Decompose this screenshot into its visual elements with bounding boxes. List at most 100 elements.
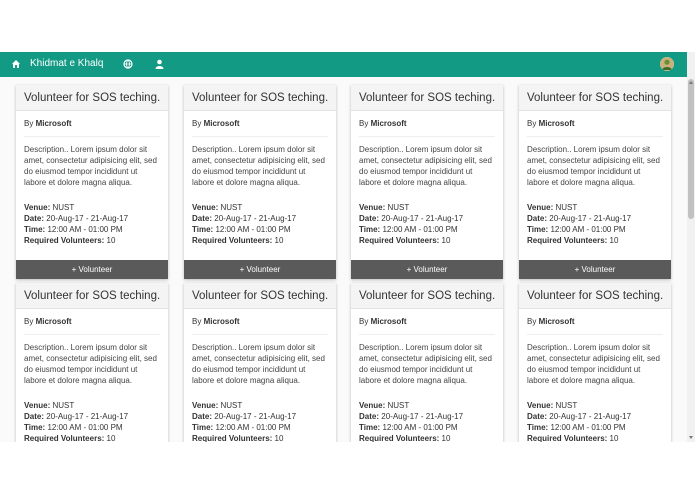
- organizer-line: By Microsoft: [351, 111, 503, 128]
- venue-label: Venue:: [192, 401, 219, 410]
- event-card: Volunteer for SOS teching. By Microsoft De…: [351, 283, 503, 442]
- time-label: Time:: [527, 225, 549, 234]
- event-card: Volunteer for SOS teching. By Microsoft De…: [16, 85, 168, 279]
- event-card-grid: Volunteer for SOS teching. By Microsoft De…: [16, 85, 671, 442]
- brand-title[interactable]: Khidmat e Khalq: [30, 58, 103, 69]
- organizer-name: Microsoft: [538, 119, 575, 128]
- date-label: Date:: [359, 214, 380, 223]
- organizer-name: Microsoft: [203, 317, 240, 326]
- volunteer-button[interactable]: + Volunteer: [184, 260, 336, 279]
- event-title: Volunteer for SOS teching.: [16, 85, 168, 111]
- event-title: Volunteer for SOS teching.: [351, 283, 503, 309]
- volunteer-button[interactable]: + Volunteer: [351, 260, 503, 279]
- event-title: Volunteer for SOS teching.: [16, 283, 168, 309]
- event-required: Required Volunteers: 10: [519, 235, 671, 246]
- event-title: Volunteer for SOS teching.: [184, 283, 336, 309]
- by-label: By: [359, 119, 369, 128]
- date-label: Date:: [24, 412, 45, 421]
- organizer-line: By Microsoft: [519, 309, 671, 326]
- event-venue: Venue: NUST: [519, 202, 671, 213]
- event-description: Description.. Lorem ipsum dolor sit amet…: [359, 145, 492, 187]
- date-value: 20-Aug-17 - 21-Aug-17: [381, 412, 464, 421]
- event-time: Time: 12:00 AM - 01:00 PM: [184, 422, 336, 433]
- time-value: 12:00 AM - 01:00 PM: [47, 225, 123, 234]
- date-value: 20-Aug-17 - 21-Aug-17: [46, 412, 129, 421]
- organizer-line: By Microsoft: [16, 309, 168, 326]
- venue-label: Venue:: [24, 401, 51, 410]
- event-time: Time: 12:00 AM - 01:00 PM: [184, 224, 336, 235]
- vertical-scrollbar[interactable]: [687, 52, 695, 442]
- venue-value: NUST: [52, 401, 75, 410]
- event-required: Required Volunteers: 10: [184, 235, 336, 246]
- organizer-name: Microsoft: [35, 317, 72, 326]
- required-label: Required Volunteers:: [359, 434, 440, 442]
- time-label: Time:: [192, 225, 214, 234]
- event-time: Time: 12:00 AM - 01:00 PM: [519, 422, 671, 433]
- event-required: Required Volunteers: 10: [16, 433, 168, 442]
- time-label: Time:: [192, 423, 214, 432]
- event-required: Required Volunteers: 10: [351, 235, 503, 246]
- event-description: Description.. Lorem ipsum dolor sit amet…: [24, 145, 157, 187]
- event-description: Description.. Lorem ipsum dolor sit amet…: [192, 145, 325, 187]
- event-card: Volunteer for SOS teching. By Microsoft De…: [184, 85, 336, 279]
- event-date: Date: 20-Aug-17 - 21-Aug-17: [16, 411, 168, 422]
- time-label: Time:: [527, 423, 549, 432]
- date-value: 20-Aug-17 - 21-Aug-17: [46, 214, 129, 223]
- organizer-name: Microsoft: [35, 119, 72, 128]
- required-value: 10: [274, 236, 284, 245]
- event-title: Volunteer for SOS teching.: [519, 283, 671, 309]
- time-value: 12:00 AM - 01:00 PM: [215, 225, 291, 234]
- by-label: By: [192, 119, 202, 128]
- venue-value: NUST: [387, 203, 410, 212]
- venue-value: NUST: [52, 203, 75, 212]
- event-title: Volunteer for SOS teching.: [184, 85, 336, 111]
- date-value: 20-Aug-17 - 21-Aug-17: [549, 214, 632, 223]
- event-card: Volunteer for SOS teching. By Microsoft De…: [184, 283, 336, 442]
- organizer-name: Microsoft: [203, 119, 240, 128]
- globe-icon[interactable]: [123, 59, 133, 69]
- required-value: 10: [106, 236, 116, 245]
- event-required: Required Volunteers: 10: [16, 235, 168, 246]
- date-value: 20-Aug-17 - 21-Aug-17: [214, 214, 297, 223]
- required-value: 10: [274, 434, 284, 442]
- event-required: Required Volunteers: 10: [351, 433, 503, 442]
- by-label: By: [527, 119, 537, 128]
- home-icon[interactable]: [11, 59, 21, 69]
- volunteer-button[interactable]: + Volunteer: [16, 260, 168, 279]
- date-label: Date:: [192, 412, 213, 421]
- organizer-name: Microsoft: [538, 317, 575, 326]
- required-value: 10: [106, 434, 116, 442]
- organizer-line: By Microsoft: [16, 111, 168, 128]
- avatar[interactable]: [660, 57, 674, 71]
- time-value: 12:00 AM - 01:00 PM: [215, 423, 291, 432]
- time-label: Time:: [359, 423, 381, 432]
- user-icon[interactable]: [155, 59, 164, 69]
- time-label: Time:: [359, 225, 381, 234]
- event-date: Date: 20-Aug-17 - 21-Aug-17: [519, 411, 671, 422]
- by-label: By: [24, 119, 34, 128]
- event-description: Description.. Lorem ipsum dolor sit amet…: [192, 343, 325, 385]
- event-description: Description.. Lorem ipsum dolor sit amet…: [527, 145, 660, 187]
- scroll-down-arrow-icon[interactable]: [689, 436, 693, 439]
- venue-value: NUST: [387, 401, 410, 410]
- organizer-line: By Microsoft: [184, 309, 336, 326]
- event-time: Time: 12:00 AM - 01:00 PM: [16, 422, 168, 433]
- by-label: By: [24, 317, 34, 326]
- time-value: 12:00 AM - 01:00 PM: [382, 225, 458, 234]
- event-venue: Venue: NUST: [519, 400, 671, 411]
- organizer-line: By Microsoft: [519, 111, 671, 128]
- event-required: Required Volunteers: 10: [519, 433, 671, 442]
- event-card: Volunteer for SOS teching. By Microsoft De…: [351, 85, 503, 279]
- scrollbar-thumb[interactable]: [688, 79, 694, 219]
- date-label: Date:: [527, 412, 548, 421]
- time-value: 12:00 AM - 01:00 PM: [550, 225, 626, 234]
- volunteer-button[interactable]: + Volunteer: [519, 260, 671, 279]
- scroll-up-arrow-icon[interactable]: [689, 81, 693, 84]
- event-date: Date: 20-Aug-17 - 21-Aug-17: [351, 411, 503, 422]
- venue-label: Venue:: [192, 203, 219, 212]
- venue-label: Venue:: [527, 401, 554, 410]
- event-description: Description.. Lorem ipsum dolor sit amet…: [527, 343, 660, 385]
- event-date: Date: 20-Aug-17 - 21-Aug-17: [519, 213, 671, 224]
- event-venue: Venue: NUST: [351, 202, 503, 213]
- organizer-name: Microsoft: [370, 317, 407, 326]
